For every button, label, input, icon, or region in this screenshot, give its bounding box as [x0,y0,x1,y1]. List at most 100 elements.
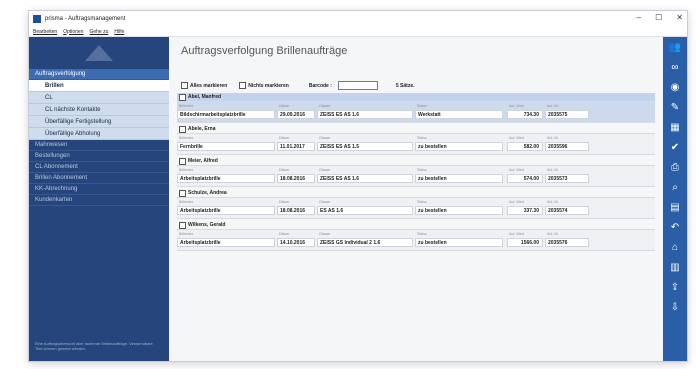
field-label-item: Brillenart [179,200,193,204]
app-window: prisma - Auftragsmanagement – ☐ ✕ Bearbe… [28,10,688,362]
field-value-item[interactable]: Bildschirmarbeitsplatzbrille [177,110,275,119]
nav-kundenkarten[interactable]: Kundenkarten [29,195,169,206]
order-row[interactable]: Schulze, Andrea Brillenart Arbeitsplatzbri… [177,189,655,219]
document-icon[interactable]: ▤ [668,201,682,215]
minimize-button[interactable]: – [637,13,641,22]
customer-name: Wilkens, Gerald [188,222,226,228]
field-value-status[interactable]: Werkstatt [415,110,503,119]
title-bar: prisma - Auftragsmanagement – ☐ ✕ [29,11,687,27]
select-none-control[interactable]: Nichts markieren [239,82,289,89]
field-value-value[interactable]: 1566.00 [507,238,543,247]
home-icon[interactable]: ⌂ [668,241,682,255]
barcode-label: Barcode : [308,82,332,89]
export-icon[interactable]: ⇪ [668,281,682,295]
menu-optionen[interactable]: Optionen [63,29,83,35]
nav-mahnwesen[interactable]: Mahnwesen [29,140,169,151]
close-button[interactable]: ✕ [676,13,683,22]
select-none-label: Nichts markieren [248,82,289,89]
order-checkbox[interactable] [179,125,186,133]
field-label-date: Datum [279,232,290,236]
field-value-value[interactable]: 582.00 [507,142,543,151]
nav-cl-abonnement[interactable]: CL Abonnement [29,162,169,173]
customer-name: Meier, Alfred [188,158,218,164]
back-icon[interactable]: ↶ [668,221,682,235]
nav-sub-abholung[interactable]: Überfällige Abholung [29,128,169,140]
field-value-date[interactable]: 18.08.2016 [277,174,315,183]
right-toolbar: 👥 ∞ ◉ ✎ ▦ ✔ ⎙ ⌕ ▤ ↶ ⌂ ▥ ⇪ ⇩ [663,37,687,361]
field-label-status: Status [417,200,427,204]
field-value-glass[interactable]: ZEISS ES AS 1.6 [317,174,413,183]
field-value-number[interactable]: 2035596 [545,142,589,151]
field-value-value[interactable]: 574.00 [507,174,543,183]
field-value-glass[interactable]: ZEISS GS Individual 2 1.6 [317,238,413,247]
menu-hilfe[interactable]: Hilfe [114,29,124,35]
field-value-glass[interactable]: ZEISS ES AS 1.6 [317,110,413,119]
field-value-number[interactable]: 2035576 [545,238,589,247]
glasses-icon[interactable]: ∞ [668,61,682,75]
field-label-item: Brillenart [179,136,193,140]
calendar-icon[interactable]: ▥ [668,261,682,275]
field-value-date[interactable]: 18.08.2016 [277,206,315,215]
nav-sub-cl[interactable]: CL [29,92,169,104]
nav-kk-abrechnung[interactable]: KK-Abrechnung [29,184,169,195]
barcode-input[interactable] [337,81,378,90]
order-row[interactable]: Meier, Alfred Brillenart Arbeitsplatzbrill… [177,157,655,187]
field-value-number[interactable]: 2035575 [545,110,589,119]
field-value-item[interactable]: Arbeitsplatzbrille [177,174,275,183]
field-value-item[interactable]: Fernbrille [177,142,275,151]
order-row[interactable]: Abel, Manfred Brillenart Bildschirmarbeits… [177,93,655,123]
field-label-date: Datum [279,104,290,108]
calculator-icon[interactable]: ▦ [668,121,682,135]
select-none-checkbox[interactable] [239,82,247,89]
field-value-status[interactable]: zu bestellen [415,174,503,183]
menu-gehe-zu[interactable]: Gehe zu [89,29,108,35]
field-value-value[interactable]: 734.30 [507,110,543,119]
nav-sub-fertigstellung[interactable]: Überfällige Fertigstellung [29,116,169,128]
field-value-number[interactable]: 2035573 [545,174,589,183]
main-panel: Auftragsverfolgung Brillenaufträge Alles… [169,37,663,361]
field-value-glass[interactable]: ES AS 1.6 [317,206,413,215]
field-label-number: Auf.-Nr. [547,104,559,108]
nav-auftragsverfolgung[interactable]: Auftragsverfolgung [29,69,169,80]
menu-bearbeiten[interactable]: Bearbeiten [33,29,57,35]
field-value-status[interactable]: zu bestellen [415,238,503,247]
nav-brillen-abonnement[interactable]: Brillen Abonnement [29,173,169,184]
select-all-control[interactable]: Alles markieren [181,82,227,89]
field-label-status: Status [417,168,427,172]
nav-bestellungen[interactable]: Bestellungen [29,151,169,162]
field-value-number[interactable]: 2035574 [545,206,589,215]
people-icon[interactable]: 👥 [668,41,682,55]
maximize-button[interactable]: ☐ [655,13,662,22]
order-checkbox[interactable] [179,221,186,229]
order-row[interactable]: Abele, Erna Brillenart Fernbrille Datum 11.0… [177,125,655,155]
search-icon[interactable]: ⌕ [668,181,682,195]
select-all-checkbox[interactable] [181,82,188,89]
window-title: prisma - Auftragsmanagement [45,16,126,22]
sidebar: Auftragsverfolgung Brillen CL CL nächste… [29,37,169,361]
eye-icon[interactable]: ◉ [668,81,682,95]
order-checkbox[interactable] [179,93,186,101]
order-checkbox[interactable] [179,157,186,165]
field-label-item: Brillenart [179,232,193,236]
field-label-value: Auf.-Wert [509,136,524,140]
field-value-item[interactable]: Arbeitsplatzbrille [177,206,275,215]
print-icon[interactable]: ⎙ [668,161,682,175]
nav-sub-cl-kontakte[interactable]: CL nächste Kontakte [29,104,169,116]
field-label-glass: Glasart [319,104,331,108]
field-label-item: Brillenart [179,168,193,172]
field-value-date[interactable]: 11.01.2017 [277,142,315,151]
field-value-date[interactable]: 29.09.2016 [277,110,315,119]
check-icon[interactable]: ✔ [668,141,682,155]
field-value-value[interactable]: 337.30 [507,206,543,215]
field-value-status[interactable]: zu bestellen [415,206,503,215]
field-value-date[interactable]: 14.10.2016 [277,238,315,247]
order-details: Brillenart Arbeitsplatzbrille Datum 18.08.2… [177,165,655,187]
field-value-status[interactable]: zu bestellen [415,142,503,151]
import-icon[interactable]: ⇩ [668,301,682,315]
nav-sub-brillen[interactable]: Brillen [29,80,169,92]
order-checkbox[interactable] [179,189,186,197]
field-value-item[interactable]: Arbeitsplatzbrille [177,238,275,247]
edit-icon[interactable]: ✎ [668,101,682,115]
field-value-glass[interactable]: ZEISS ES AS 1.5 [317,142,413,151]
order-row[interactable]: Wilkens, Gerald Brillenart Arbeitsplatzbri… [177,221,655,251]
